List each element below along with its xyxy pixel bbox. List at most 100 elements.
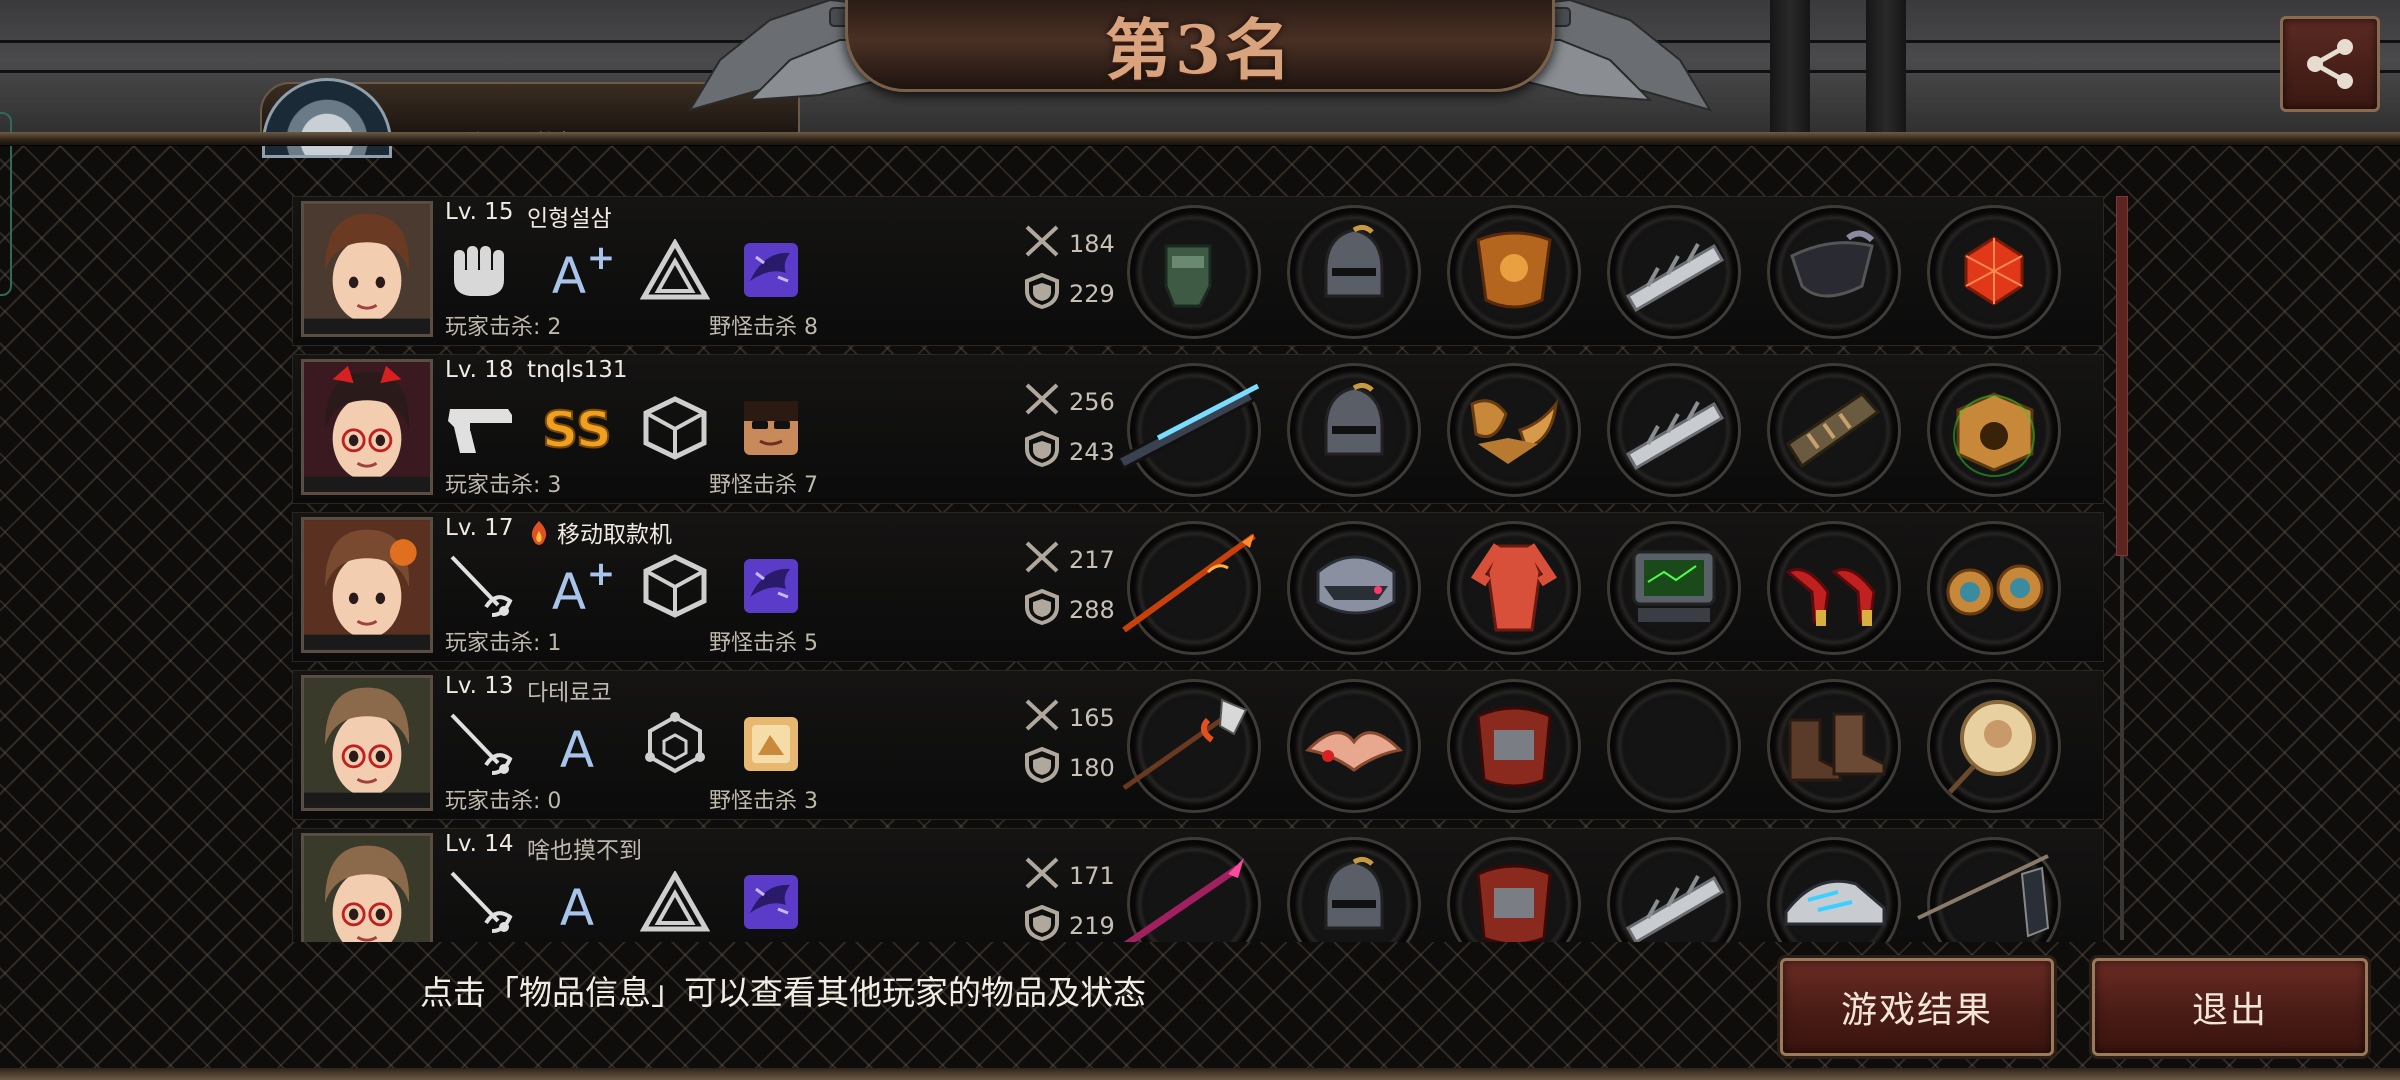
player-name-text: 移动取款机 — [557, 522, 672, 548]
defense-value: 180 — [1069, 754, 1115, 782]
rank-title: 第3名 — [1105, 10, 1295, 89]
attack-stat: 184 — [1023, 223, 1115, 265]
svg-text:A: A — [552, 563, 586, 617]
equipment-slot[interactable] — [1447, 679, 1581, 813]
shield-icon — [1023, 746, 1061, 789]
monster-kills: 野怪击杀 — [709, 941, 797, 942]
gauntlet-item-icon — [1164, 244, 1212, 308]
golden-armor-item-icon — [1476, 231, 1552, 309]
game-results-button[interactable]: 游戏结果 — [1780, 958, 2054, 1056]
equipment-slot[interactable] — [1287, 205, 1421, 339]
player-list[interactable]: Lv. 15 인형설삼 A + 玩家击杀: 2 野怪击杀 8 184 229 Lv. 18 tnq… — [292, 196, 2104, 942]
grade-badge: A — [539, 867, 615, 937]
crossed-swords-icon — [1023, 697, 1061, 739]
player-row[interactable]: Lv. 17 移动取款机 A + 玩家击杀: 1 野怪击杀 5 217 288 — [292, 512, 2104, 662]
silver-bracer-item-icon — [1625, 875, 1725, 942]
crimson-armor-item-icon — [1476, 864, 1552, 942]
equipment-slot[interactable] — [1927, 521, 2061, 655]
svg-text:+: + — [587, 555, 615, 594]
triangle-icon — [637, 235, 713, 305]
equipment-slot[interactable] — [1122, 679, 1261, 813]
share-button[interactable] — [2280, 16, 2380, 112]
red-heels-item-icon — [1785, 568, 1876, 626]
player-avatar — [301, 201, 433, 337]
equipment-slot[interactable] — [1767, 205, 1901, 339]
attack-value: 256 — [1069, 388, 1115, 416]
equipment-slot[interactable] — [1287, 837, 1421, 942]
list-scrollbar-thumb[interactable] — [2116, 196, 2128, 556]
player-row[interactable]: Lv. 15 인형설삼 A + 玩家击杀: 2 野怪击杀 8 184 229 — [292, 196, 2104, 346]
equipment-slot[interactable] — [1607, 205, 1741, 339]
monster-kills: 野怪击杀 5 — [709, 631, 818, 656]
equipment-slot[interactable] — [1767, 679, 1901, 813]
equipment-slot[interactable] — [1123, 837, 1261, 942]
equipment-slot[interactable] — [1447, 837, 1581, 942]
defense-stat: 243 — [1023, 430, 1115, 473]
player-name: 啥也摸不到 — [527, 831, 642, 865]
crossed-swords-icon — [1023, 381, 1061, 423]
player-name: 다테료코 — [527, 673, 612, 707]
shield-icon — [1023, 904, 1061, 942]
grade-badge: SS — [539, 393, 615, 463]
cube-icon — [637, 393, 713, 463]
attack-value: 184 — [1069, 230, 1115, 258]
equipment-slot[interactable] — [1927, 679, 2061, 813]
equipment-slot[interactable] — [1447, 205, 1581, 339]
defense-stat: 180 — [1023, 746, 1115, 789]
monster-kills: 野怪击杀 3 — [709, 789, 818, 814]
player-row[interactable]: Lv. 13 다테료코 A 玩家击杀: 0 野怪击杀 3 165 180 — [292, 670, 2104, 820]
player-avatar — [301, 675, 433, 811]
attack-stat: 256 — [1023, 381, 1115, 423]
player-avatar — [301, 359, 433, 495]
utility-pole — [1866, 0, 1906, 150]
player-row[interactable]: Lv. 18 tnqls131 SS 玩家击杀: 3 野怪击杀 7 256 243 — [292, 354, 2104, 504]
equipment-slot[interactable] — [1927, 205, 2061, 339]
equipment-slot[interactable] — [1607, 363, 1741, 497]
equipment-slot[interactable] — [1287, 679, 1421, 813]
attack-stat: 217 — [1023, 539, 1115, 581]
grade-badge: A + — [539, 235, 615, 305]
red-gem-item-icon — [1964, 236, 2024, 306]
crossed-swords-icon — [1023, 223, 1061, 265]
flag-spear-item-icon — [1917, 854, 2050, 938]
equipment-slot[interactable] — [1447, 363, 1581, 497]
tech-helmet-item-icon — [1316, 555, 1396, 615]
sunglasses-portrait-icon — [733, 393, 809, 463]
defense-value: 243 — [1069, 438, 1115, 466]
equipment-slot[interactable] — [1607, 521, 1741, 655]
equipment-slot[interactable] — [1127, 205, 1261, 339]
equipment-slot[interactable] — [1287, 363, 1421, 497]
svg-text:SS: SS — [542, 401, 612, 459]
svg-text:A: A — [560, 721, 594, 775]
defense-value: 229 — [1069, 280, 1115, 308]
defense-stat: 229 — [1023, 272, 1115, 315]
equipment-slot[interactable] — [1607, 837, 1741, 942]
crossed-swords-icon — [1023, 855, 1061, 897]
equipment-slot[interactable] — [1767, 837, 1901, 942]
rank-banner: 第3名 — [845, 0, 1555, 92]
equipment-slot[interactable] — [1607, 679, 1741, 813]
red-dress-item-icon — [1470, 543, 1558, 632]
equipment-slot[interactable] — [1122, 521, 1261, 655]
exit-button[interactable]: 退出 — [2092, 958, 2368, 1056]
equipment-slot[interactable] — [1287, 521, 1421, 655]
equipment-slot[interactable] — [1917, 837, 2061, 942]
silver-bracer-item-icon — [1625, 243, 1725, 313]
pistol-icon — [443, 393, 519, 463]
grade-badge: A + — [539, 551, 615, 621]
equipment-slot[interactable] — [1447, 521, 1581, 655]
player-name: 移动取款机 — [527, 515, 672, 549]
player-row[interactable]: Lv. 14 啥也摸不到 A 玩家击杀 野怪击杀 171 219 — [292, 828, 2104, 942]
share-icon — [2307, 39, 2353, 89]
player-name-text: tnqls131 — [527, 357, 628, 383]
purple-beast-icon — [733, 235, 809, 305]
defense-value: 288 — [1069, 596, 1115, 624]
equipment-slot[interactable] — [1767, 363, 1901, 497]
equipment-slot[interactable] — [1767, 521, 1901, 655]
grade-badge: A — [539, 709, 615, 779]
equipment-slot[interactable] — [1115, 363, 1261, 497]
player-kills: 玩家击杀: 2 — [445, 315, 562, 340]
leather-boots-item-icon — [1788, 712, 1886, 782]
equipment-slot[interactable] — [1927, 363, 2061, 497]
attack-value: 171 — [1069, 862, 1115, 890]
